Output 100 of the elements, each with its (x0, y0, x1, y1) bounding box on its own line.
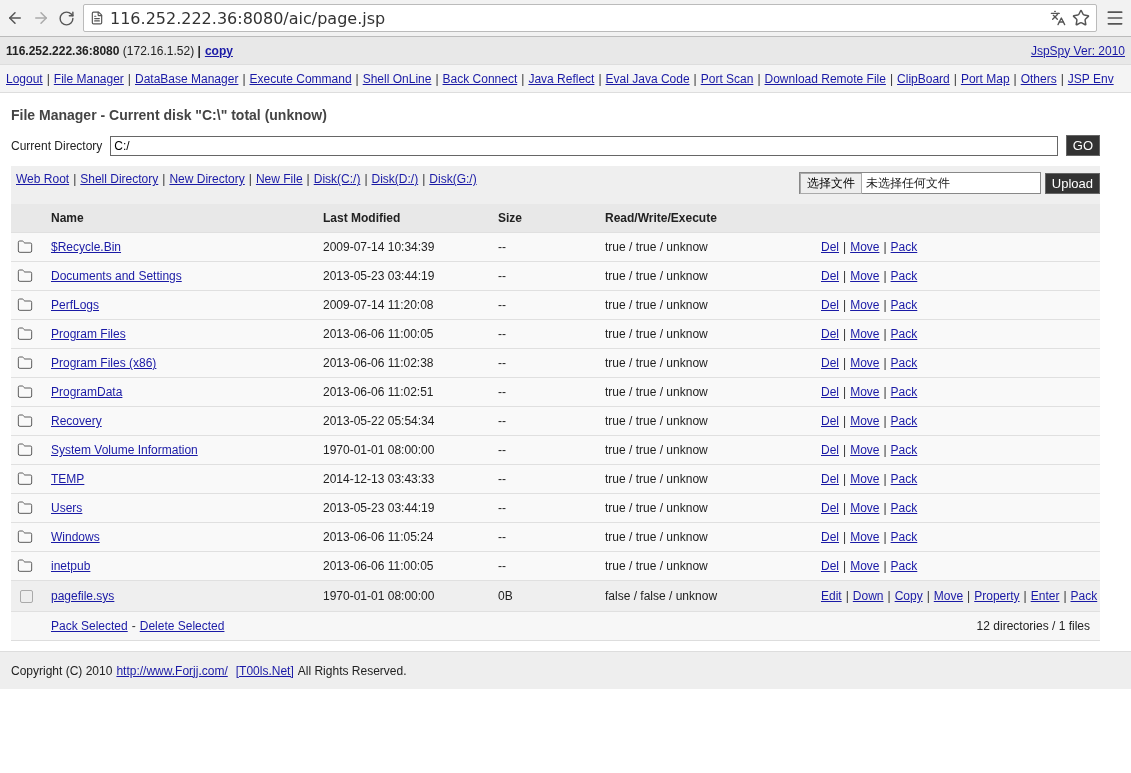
directory-link[interactable]: New File (255, 172, 303, 186)
file-name-link[interactable]: Program Files (51, 327, 126, 341)
file-input[interactable]: 选择文件 未选择任何文件 (798, 172, 1041, 194)
website-link[interactable]: [T00ls.Net] (235, 663, 294, 678)
action-link[interactable]: Pack (890, 443, 918, 457)
file-name-link[interactable]: PerfLogs (51, 298, 100, 312)
action-link[interactable]: Del (821, 559, 839, 573)
nav-link[interactable]: Port Scan (700, 71, 754, 86)
file-name-link[interactable]: ProgramData (51, 385, 123, 399)
directory-link[interactable]: Web Root (16, 172, 70, 186)
action-link[interactable]: Move (850, 269, 880, 283)
action-link[interactable]: Move (850, 472, 880, 486)
action-link[interactable]: Pack (890, 530, 918, 544)
action-link[interactable]: Del (821, 414, 839, 428)
column-header: Read/Write/Execute (605, 211, 718, 225)
action-link[interactable]: Del (821, 269, 839, 283)
nav-link[interactable]: Port Map (960, 71, 1010, 86)
file-name-link[interactable]: pagefile.sys (51, 589, 115, 603)
file-name-link[interactable]: Documents and Settings (51, 269, 182, 283)
action-link[interactable]: Move (850, 356, 880, 370)
action-link[interactable]: Move (850, 240, 880, 254)
action-link[interactable]: Enter (1030, 589, 1060, 603)
separator: | (364, 172, 368, 186)
directory-link[interactable]: New Directory (169, 172, 245, 186)
action-link[interactable]: Pack (890, 385, 918, 399)
version-link[interactable]: JspSpy Ver: 2010 (1030, 43, 1125, 58)
website-link[interactable]: http://www.Forjj.com/ (116, 663, 228, 678)
go-button[interactable]: GO (1065, 135, 1100, 156)
action-link[interactable]: Move (850, 530, 880, 544)
action-link[interactable]: Property (974, 589, 1020, 603)
action-link[interactable]: Down (852, 589, 884, 603)
nav-link[interactable]: DataBase Manager (135, 71, 239, 86)
nav-link[interactable]: File Manager (53, 71, 124, 86)
choose-file-button[interactable]: 选择文件 (799, 172, 862, 194)
action-link[interactable]: Move (850, 298, 880, 312)
nav-link[interactable]: Shell OnLine (362, 71, 432, 86)
action-link[interactable]: Del (821, 472, 839, 486)
action-link[interactable]: Pack (890, 298, 918, 312)
action-link[interactable]: Del (821, 240, 839, 254)
file-name-link[interactable]: Program Files (x86) (51, 356, 157, 370)
action-link[interactable]: Pack (890, 269, 918, 283)
action-link[interactable]: Pack (1070, 589, 1098, 603)
action-link[interactable]: Move (933, 589, 964, 603)
nav-link[interactable]: Others (1020, 71, 1057, 86)
file-name-link[interactable]: inetpub (51, 559, 91, 573)
action-link[interactable]: Del (821, 298, 839, 312)
action-link[interactable]: Pack (890, 327, 918, 341)
action-link[interactable]: Move (850, 559, 880, 573)
file-name-link[interactable]: Windows (51, 530, 100, 544)
file-name-link[interactable]: TEMP (51, 472, 85, 486)
action-link[interactable]: Move (850, 501, 880, 515)
action-link[interactable]: Del (821, 501, 839, 515)
action-link[interactable]: Move (850, 385, 880, 399)
directory-link[interactable]: Shell Directory (80, 172, 159, 186)
back-icon[interactable] (6, 9, 24, 27)
action-link[interactable]: Pack (890, 414, 918, 428)
action-link[interactable]: Del (821, 443, 839, 457)
permissions-cell-text: true / true / unknow (605, 327, 709, 341)
upload-button[interactable]: Upload (1044, 172, 1100, 194)
row-checkbox[interactable] (20, 589, 33, 603)
separator: | (843, 559, 847, 573)
copy-link[interactable]: copy (204, 43, 233, 58)
action-link[interactable]: Edit (821, 589, 842, 603)
nav-link[interactable]: Java Reflect (528, 71, 595, 86)
nav-link[interactable]: Execute Command (249, 71, 352, 86)
delete-selected-link[interactable]: Delete Selected (139, 619, 225, 633)
directory-link[interactable]: Disk(G:/) (429, 172, 477, 186)
action-link[interactable]: Pack (890, 356, 918, 370)
menu-icon[interactable] (1105, 8, 1125, 28)
action-link[interactable]: Del (821, 327, 839, 341)
file-name-link[interactable]: Recovery (51, 414, 102, 428)
nav-link[interactable]: ClipBoard (897, 71, 950, 86)
action-link[interactable]: Copy (894, 589, 923, 603)
action-link[interactable]: Del (821, 530, 839, 544)
file-name-link[interactable]: System Volume Information (51, 443, 198, 457)
nav-link[interactable]: JSP Env (1067, 71, 1114, 86)
nav-link[interactable]: Logout (6, 71, 43, 86)
directory-link[interactable]: Disk(D:/) (371, 172, 419, 186)
action-link[interactable]: Pack (890, 240, 918, 254)
directory-link[interactable]: Disk(C:/) (313, 172, 361, 186)
action-link[interactable]: Pack (890, 501, 918, 515)
action-link[interactable]: Move (850, 327, 880, 341)
pack-selected-link[interactable]: Pack Selected (51, 619, 128, 633)
file-name-link[interactable]: Users (51, 501, 83, 515)
action-link[interactable]: Del (821, 385, 839, 399)
action-link[interactable]: Move (850, 443, 880, 457)
action-link[interactable]: Move (850, 414, 880, 428)
nav-link[interactable]: Back Connect (442, 71, 518, 86)
star-icon[interactable] (1072, 9, 1090, 27)
action-link[interactable]: Del (821, 356, 839, 370)
action-link[interactable]: Pack (890, 559, 918, 573)
separator: | (953, 71, 957, 86)
reload-icon[interactable] (58, 9, 75, 27)
action-link[interactable]: Pack (890, 472, 918, 486)
file-name-link[interactable]: $Recycle.Bin (51, 240, 122, 254)
address-bar[interactable]: 116.252.222.36:8080/aic/page.jsp (83, 4, 1097, 32)
translate-icon[interactable] (1050, 10, 1066, 26)
nav-link[interactable]: Download Remote File (764, 71, 886, 86)
directory-field[interactable]: C:/ (110, 135, 1058, 156)
nav-link[interactable]: Eval Java Code (605, 71, 690, 86)
